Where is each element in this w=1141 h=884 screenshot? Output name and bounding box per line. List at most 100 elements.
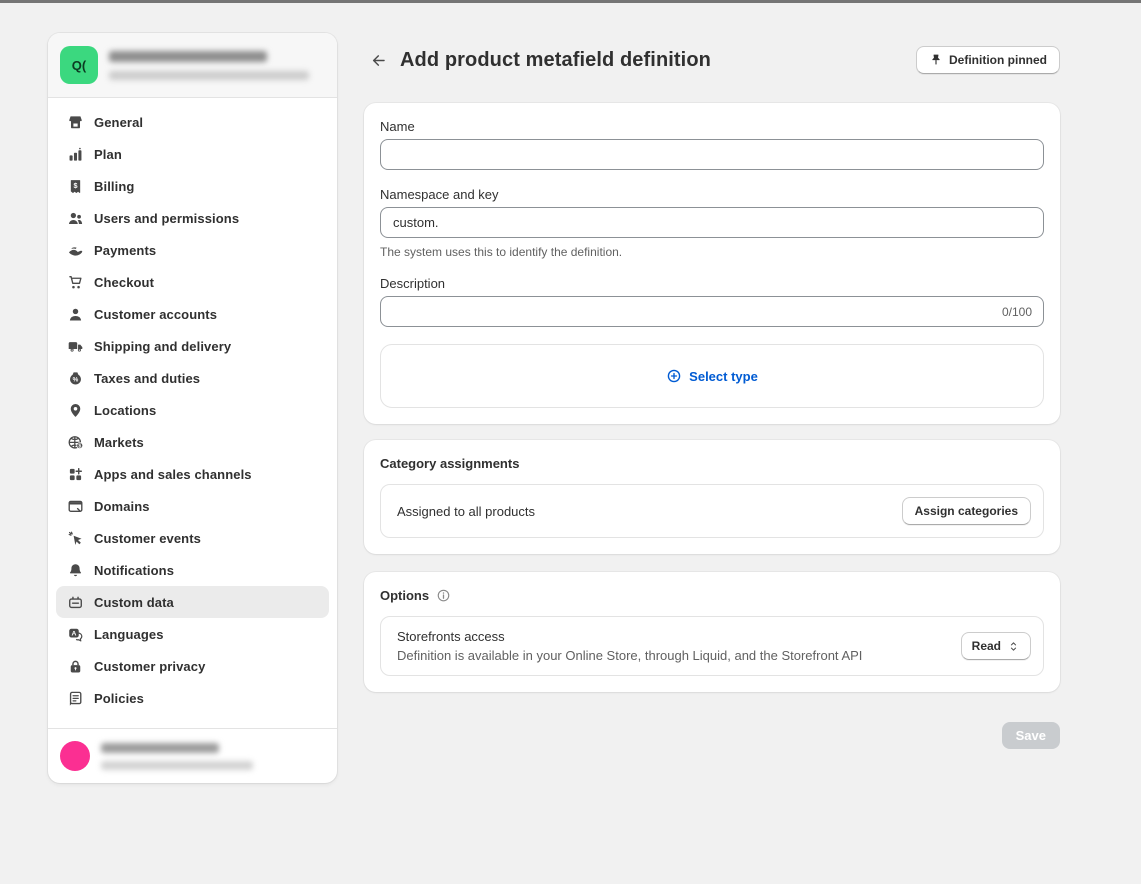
namespace-label: Namespace and key [380, 187, 1044, 202]
main-content: Add product metafield definition Definit… [364, 33, 1060, 749]
billing-icon [66, 177, 84, 195]
category-assignments-heading: Category assignments [380, 456, 1044, 471]
description-field-group: Description 0/100 [380, 276, 1044, 327]
sidebar-item-label: Customer accounts [94, 307, 217, 322]
sidebar-item-label: Domains [94, 499, 150, 514]
markets-icon [66, 433, 84, 451]
sidebar-item-label: General [94, 115, 143, 130]
sidebar-item-customer-events[interactable]: Customer events [56, 522, 329, 554]
category-status-text: Assigned to all products [397, 504, 535, 519]
sidebar-item-label: Shipping and delivery [94, 339, 231, 354]
sidebar-item-plan[interactable]: Plan [56, 138, 329, 170]
options-heading: Options [380, 588, 429, 603]
settings-sidebar: Q( General Plan Billing Users and permis… [48, 33, 337, 783]
sidebar-item-label: Billing [94, 179, 134, 194]
window-top-strip [0, 0, 1141, 3]
sidebar-item-billing[interactable]: Billing [56, 170, 329, 202]
sidebar-item-customer-accounts[interactable]: Customer accounts [56, 298, 329, 330]
sidebar-item-domains[interactable]: Domains [56, 490, 329, 522]
payments-icon [66, 241, 84, 259]
sidebar-item-label: Locations [94, 403, 156, 418]
sidebar-item-payments[interactable]: Payments [56, 234, 329, 266]
privacy-icon [66, 657, 84, 675]
sidebar-item-label: Policies [94, 691, 144, 706]
sidebar-item-label: Plan [94, 147, 122, 162]
domains-icon [66, 497, 84, 515]
customer-accounts-icon [66, 305, 84, 323]
back-arrow-icon [370, 52, 387, 69]
sidebar-item-label: Checkout [94, 275, 154, 290]
assign-categories-button[interactable]: Assign categories [902, 497, 1031, 525]
store-icon [66, 113, 84, 131]
checkout-icon [66, 273, 84, 291]
select-type-label: Select type [689, 369, 758, 384]
save-button[interactable]: Save [1002, 722, 1060, 749]
options-card: Options Storefronts access Definition is… [364, 572, 1060, 692]
user-avatar [60, 741, 90, 771]
back-button[interactable] [364, 46, 392, 74]
name-label: Name [380, 119, 1044, 134]
store-name-redacted [109, 51, 267, 62]
namespace-key-input[interactable] [380, 207, 1044, 238]
pin-icon [929, 53, 943, 67]
save-row: Save [364, 722, 1060, 749]
sidebar-item-label: Customer privacy [94, 659, 205, 674]
user-footer[interactable] [48, 728, 337, 783]
customer-events-icon [66, 529, 84, 547]
sidebar-item-label: Markets [94, 435, 144, 450]
namespace-field-group: Namespace and key The system uses this t… [380, 187, 1044, 259]
definition-form-card: Name Namespace and key The system uses t… [364, 103, 1060, 424]
definition-pinned-button[interactable]: Definition pinned [916, 46, 1060, 74]
sidebar-item-markets[interactable]: Markets [56, 426, 329, 458]
shipping-icon [66, 337, 84, 355]
user-identity [101, 743, 253, 770]
updown-icon [1007, 640, 1020, 653]
taxes-icon [66, 369, 84, 387]
sidebar-item-label: Users and permissions [94, 211, 239, 226]
notifications-icon [66, 561, 84, 579]
plan-icon [66, 145, 84, 163]
select-type-button[interactable]: Select type [380, 344, 1044, 408]
sidebar-item-checkout[interactable]: Checkout [56, 266, 329, 298]
name-input[interactable] [380, 139, 1044, 170]
description-input[interactable] [380, 296, 1044, 327]
policies-icon [66, 689, 84, 707]
store-header[interactable]: Q( [48, 33, 337, 98]
store-domain-redacted [109, 71, 309, 80]
sidebar-item-general[interactable]: General [56, 106, 329, 138]
sidebar-item-notifications[interactable]: Notifications [56, 554, 329, 586]
sidebar-item-label: Apps and sales channels [94, 467, 252, 482]
sidebar-nav: General Plan Billing Users and permissio… [48, 98, 337, 728]
languages-icon [66, 625, 84, 643]
namespace-help-text: The system uses this to identify the def… [380, 245, 1044, 259]
storefronts-access-select[interactable]: Read [961, 632, 1031, 660]
page-title: Add product metafield definition [400, 49, 711, 72]
storefronts-access-row: Storefronts access Definition is availab… [380, 616, 1044, 676]
sidebar-item-languages[interactable]: Languages [56, 618, 329, 650]
sidebar-item-apps-and-sales-channels[interactable]: Apps and sales channels [56, 458, 329, 490]
store-identity [109, 51, 309, 80]
custom-data-icon [66, 593, 84, 611]
info-icon[interactable] [436, 588, 451, 603]
sidebar-item-policies[interactable]: Policies [56, 682, 329, 714]
locations-icon [66, 401, 84, 419]
user-email-redacted [101, 761, 253, 770]
users-icon [66, 209, 84, 227]
apps-icon [66, 465, 84, 483]
sidebar-item-label: Customer events [94, 531, 201, 546]
sidebar-item-customer-privacy[interactable]: Customer privacy [56, 650, 329, 682]
sidebar-item-label: Notifications [94, 563, 174, 578]
plus-circle-icon [666, 368, 682, 384]
sidebar-item-locations[interactable]: Locations [56, 394, 329, 426]
description-label: Description [380, 276, 1044, 291]
sidebar-item-shipping-and-delivery[interactable]: Shipping and delivery [56, 330, 329, 362]
sidebar-item-custom-data[interactable]: Custom data [56, 586, 329, 618]
sidebar-item-label: Payments [94, 243, 156, 258]
category-assignment-row: Assigned to all products Assign categori… [380, 484, 1044, 538]
sidebar-item-label: Taxes and duties [94, 371, 200, 386]
storefronts-access-title: Storefronts access [397, 629, 862, 644]
store-avatar: Q( [60, 46, 98, 84]
sidebar-item-users-and-permissions[interactable]: Users and permissions [56, 202, 329, 234]
page-header: Add product metafield definition Definit… [364, 43, 1060, 77]
sidebar-item-taxes-and-duties[interactable]: Taxes and duties [56, 362, 329, 394]
